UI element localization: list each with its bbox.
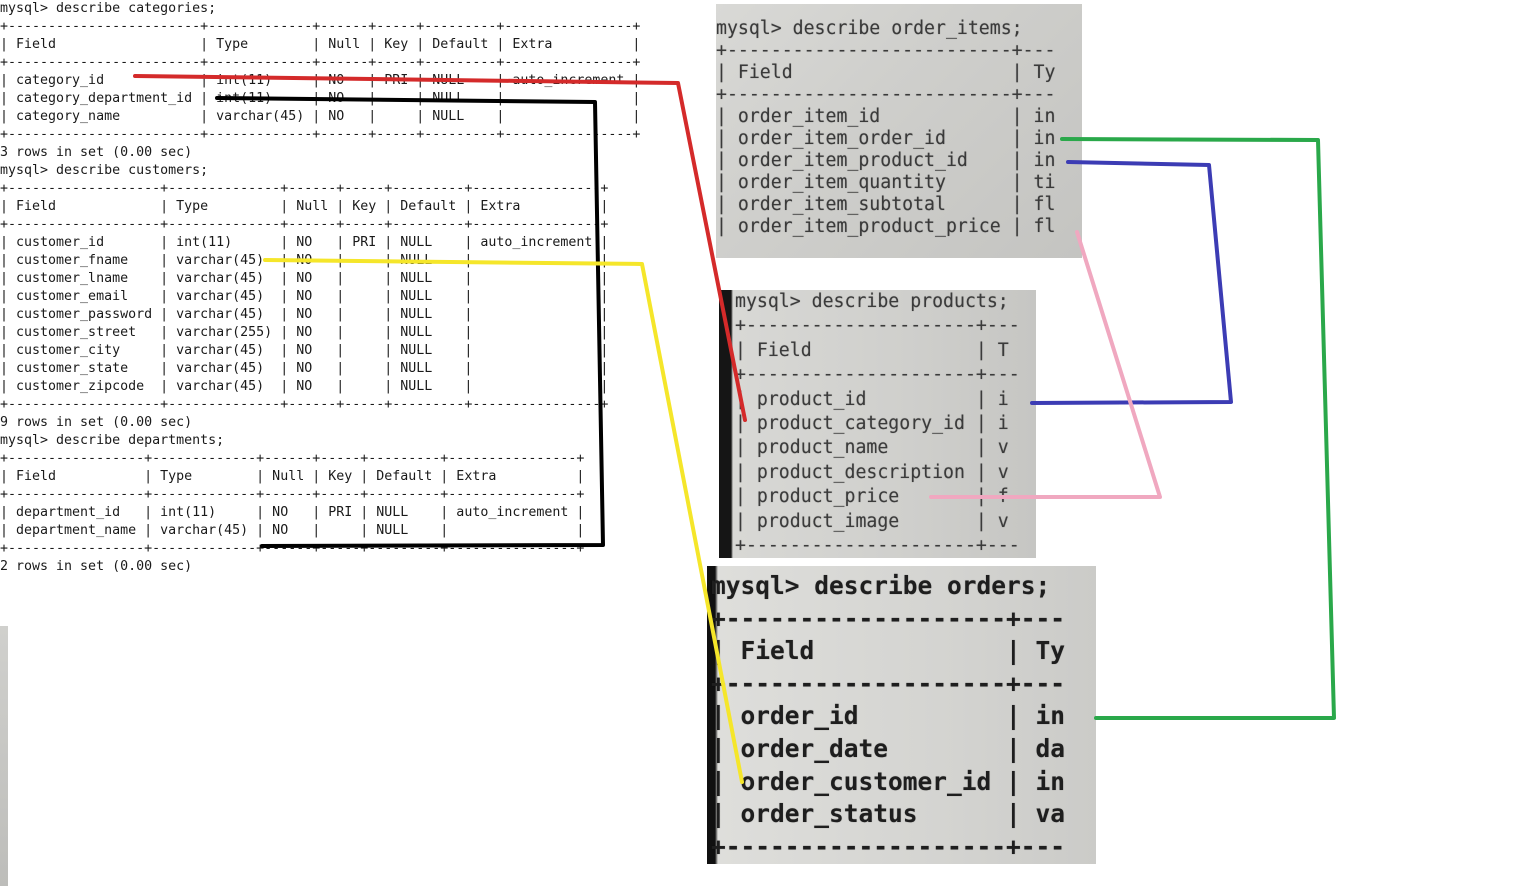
products-photo: mysql> describe products; +-------------… [719,290,1036,558]
describe-categories-output: mysql> describe categories; +-----------… [0,1,641,160]
describe-customers-output: mysql> describe customers; +------------… [0,163,609,430]
order-items-photo: mysql> describe order_items; +----------… [716,4,1082,258]
orders-photo: mysql> describe orders; +---------------… [707,566,1096,864]
describe-order-items-output: mysql> describe order_items; +----------… [716,18,1056,237]
describe-products-output: mysql> describe products; +-------------… [735,291,1020,557]
describe-departments-output: mysql> describe departments; +----------… [0,433,585,574]
describe-orders-output: mysql> describe orders; +---------------… [711,571,1066,861]
order-to-order-item-line [1060,137,1336,720]
terminal-output: mysql> describe categories; +-----------… [0,0,640,576]
photo-edge-strip [0,626,8,886]
